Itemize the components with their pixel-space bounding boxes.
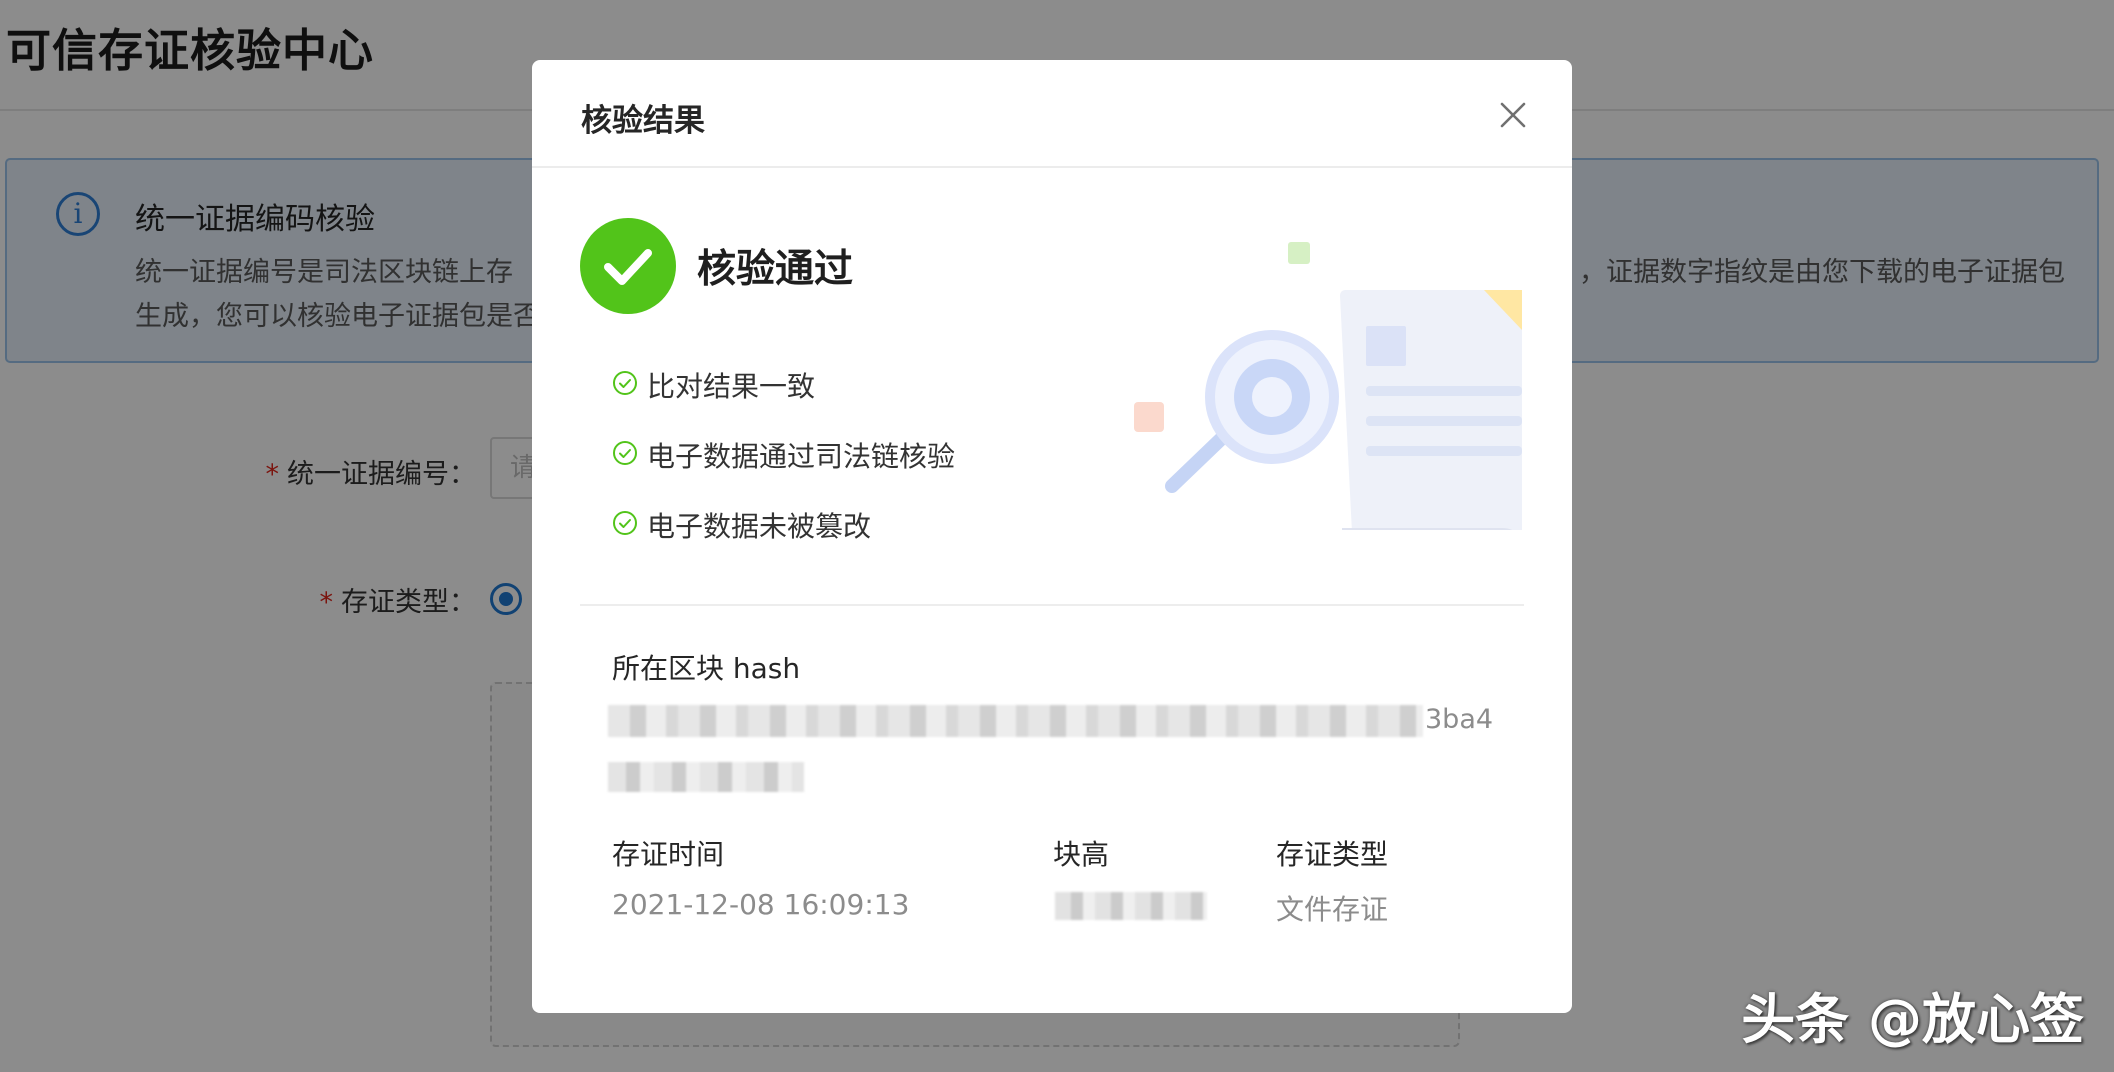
check-icon (613, 371, 637, 395)
block-height-redacted (1055, 892, 1207, 920)
check-item-text: 电子数据未被篡改 (647, 510, 872, 543)
block-hash-tail: 3ba4 (1425, 704, 1494, 735)
modal-header: 核验结果 (532, 60, 1572, 168)
block-hash-redacted-line-2 (608, 762, 804, 792)
watermark: 头条 @放心签 (1741, 988, 2084, 1051)
document-search-illustration-icon (1134, 242, 1522, 530)
block-hash-redacted (608, 705, 1423, 737)
verification-status: 核验通过 (697, 247, 854, 292)
check-icon (613, 511, 637, 535)
deposit-type-result-value: 文件存证 (1276, 893, 1389, 926)
close-icon[interactable] (1496, 98, 1530, 132)
section-divider (580, 604, 1524, 606)
check-item-text: 电子数据通过司法链核验 (647, 440, 956, 473)
modal-title: 核验结果 (581, 103, 705, 139)
block-height-label: 块高 (1053, 838, 1110, 871)
block-hash-label: 所在区块 hash (612, 652, 801, 685)
verification-result-modal: 核验结果 核验通过 比对结果一致 电子数据通过司法链核验 电子数据未被篡改 所在… (532, 60, 1572, 1013)
deposit-time-value: 2021-12-08 16:09:13 (612, 888, 910, 921)
check-item-text: 比对结果一致 (647, 370, 816, 403)
deposit-type-result-label: 存证类型 (1276, 838, 1389, 871)
check-circle-icon (580, 218, 676, 314)
check-icon (613, 441, 637, 465)
deposit-time-label: 存证时间 (612, 838, 725, 871)
